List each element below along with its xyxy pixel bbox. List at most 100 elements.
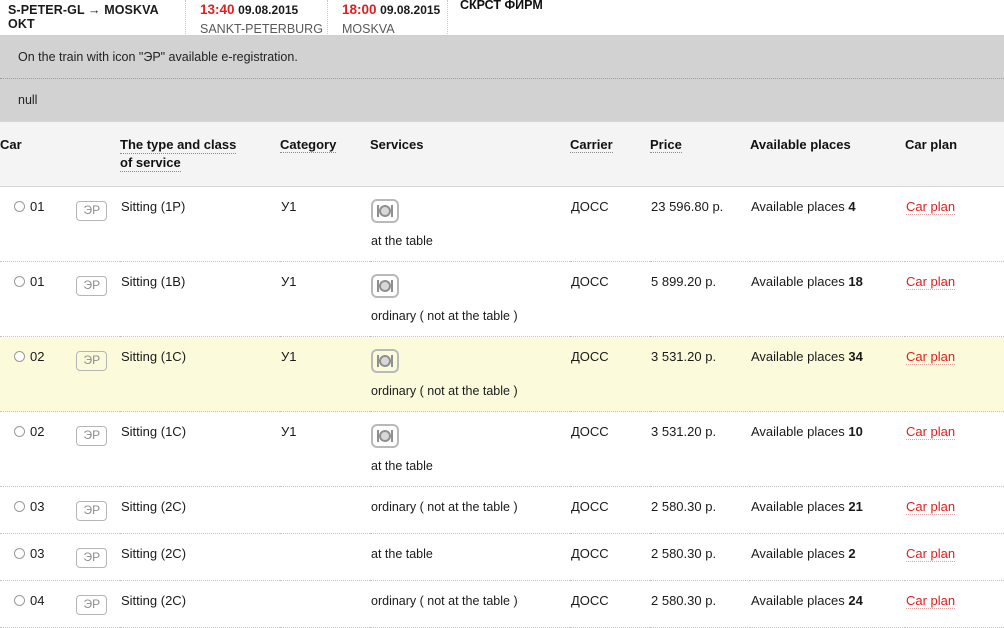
available-places-label: Available places xyxy=(751,593,845,608)
service-description: at the table xyxy=(371,547,433,561)
departure-block: 13:40 09.08.2015 SANKT-PETERBURG xyxy=(185,0,327,36)
column-header-car-plan: Car plan xyxy=(905,121,1004,187)
eregistration-badge-icon: ЭР xyxy=(76,276,108,296)
cell-type-and-class: Sitting (2C) xyxy=(121,593,187,608)
cell-carrier: ДОСС xyxy=(571,274,609,289)
cell-available-places: Available places 4 xyxy=(750,187,905,262)
train-header: S-PETER-GL → MOSKVA OKT 13:40 09.08.2015… xyxy=(0,0,1004,36)
cell-car-plan: Car plan xyxy=(905,534,1004,581)
column-header-type[interactable]: The type and class of service xyxy=(120,121,280,187)
eregistration-badge-icon: ЭР xyxy=(76,201,108,221)
available-places-count: 24 xyxy=(848,593,863,608)
eregistration-notice: On the train with icon "ЭР" available e-… xyxy=(0,36,1004,79)
cell-category: У1 xyxy=(281,424,297,439)
service-description: at the table xyxy=(371,234,433,248)
car-number: 02 xyxy=(30,424,45,439)
cell-type-and-class: Sitting (1C) xyxy=(121,349,187,364)
car-plan-link[interactable]: Car plan xyxy=(906,546,956,562)
cell-type-and-class: Sitting (1C) xyxy=(121,424,187,439)
cell-car: 01 ЭР xyxy=(0,187,120,262)
cell-price: 2 580.30 р. xyxy=(651,499,717,514)
car-plan-link[interactable]: Car plan xyxy=(906,199,956,215)
column-header-category-label: Category xyxy=(280,137,337,153)
meal-service-icon xyxy=(371,424,399,448)
car-select-radio[interactable] xyxy=(14,351,25,362)
cell-type-and-class: Sitting (2C) xyxy=(121,546,187,561)
cell-car: 03 ЭР xyxy=(0,487,120,534)
places-table-wrapper: Car The type and class of service Catego… xyxy=(0,121,1004,628)
cell-category: У1 xyxy=(281,199,297,214)
available-places-label: Available places xyxy=(751,499,845,514)
available-places-label: Available places xyxy=(751,349,845,364)
table-row[interactable]: 03 ЭР Sitting (2C) at the table ДОСС 2 580.30… xyxy=(0,534,1004,581)
cell-available-places: Available places 2 xyxy=(750,534,905,581)
car-plan-link[interactable]: Car plan xyxy=(906,424,956,440)
column-header-available-label: Available places xyxy=(750,137,851,152)
column-header-carrier[interactable]: Carrier xyxy=(570,121,650,187)
meal-service-icon xyxy=(371,199,399,223)
arrival-station: MOSKVA xyxy=(342,22,395,36)
meal-service-icon xyxy=(371,349,399,373)
cell-category xyxy=(280,581,370,628)
column-header-car-label: Car xyxy=(0,137,22,152)
plate-icon xyxy=(379,205,391,217)
column-header-price[interactable]: Price xyxy=(650,121,750,187)
car-plan-link[interactable]: Car plan xyxy=(906,593,956,609)
car-number: 01 xyxy=(30,199,45,214)
car-plan-link[interactable]: Car plan xyxy=(906,349,956,365)
column-header-category[interactable]: Category xyxy=(280,121,370,187)
table-header-row: Car The type and class of service Catego… xyxy=(0,121,1004,187)
cell-category xyxy=(280,534,370,581)
service-description: ordinary ( not at the table ) xyxy=(371,594,518,608)
column-header-type-line2: of service xyxy=(120,155,181,172)
cell-services: at the table xyxy=(370,412,570,487)
car-number: 03 xyxy=(30,546,45,561)
column-header-services-label: Services xyxy=(370,137,424,152)
table-row[interactable]: 02 ЭР Sitting (1C) У1 ordinary ( not at the … xyxy=(0,336,1004,412)
cell-services: ordinary ( not at the table ) xyxy=(370,581,570,628)
car-select-radio[interactable] xyxy=(14,595,25,606)
available-places-label: Available places xyxy=(751,199,845,214)
meal-service-icon xyxy=(371,274,399,298)
available-places-count: 21 xyxy=(848,499,863,514)
cell-carrier: ДОСС xyxy=(571,424,609,439)
available-places-label: Available places xyxy=(751,546,845,561)
table-row[interactable]: 01 ЭР Sitting (1B) У1 ordinary ( not at the … xyxy=(0,262,1004,337)
eregistration-badge-icon: ЭР xyxy=(76,501,108,521)
places-table-body: 01 ЭР Sitting (1P) У1 at the table ДОСС 23 596… xyxy=(0,187,1004,628)
column-header-carrier-label: Carrier xyxy=(570,137,613,153)
cell-car-plan: Car plan xyxy=(905,262,1004,337)
arrival-time: 18:00 xyxy=(342,2,377,17)
cell-type-and-class: Sitting (1B) xyxy=(121,274,186,289)
cell-services: at the table xyxy=(370,187,570,262)
cell-carrier: ДОСС xyxy=(571,593,609,608)
car-select-radio[interactable] xyxy=(14,276,25,287)
arrival-date: 09.08.2015 xyxy=(380,3,441,17)
firm-train-label: СКРСТ ФИРМ xyxy=(447,0,1004,36)
column-header-car: Car xyxy=(0,121,120,187)
eregistration-badge-icon: ЭР xyxy=(76,595,108,615)
cell-price: 2 580.30 р. xyxy=(651,546,717,561)
car-select-radio[interactable] xyxy=(14,201,25,212)
table-row[interactable]: 02 ЭР Sitting (1C) У1 at the table ДОСС 3 531.… xyxy=(0,412,1004,487)
car-select-radio[interactable] xyxy=(14,426,25,437)
table-row[interactable]: 04 ЭР Sitting (2C) ordinary ( not at the ta… xyxy=(0,581,1004,628)
cell-price: 3 531.20 р. xyxy=(651,349,717,364)
column-header-available-places: Available places xyxy=(750,121,905,187)
cell-category: У1 xyxy=(281,349,297,364)
car-select-radio[interactable] xyxy=(14,548,25,559)
departure-station: SANKT-PETERBURG xyxy=(200,22,323,36)
car-plan-link[interactable]: Car plan xyxy=(906,499,956,515)
table-row[interactable]: 01 ЭР Sitting (1P) У1 at the table ДОСС 23 596… xyxy=(0,187,1004,262)
car-select-radio[interactable] xyxy=(14,501,25,512)
cell-available-places: Available places 24 xyxy=(750,581,905,628)
car-plan-link[interactable]: Car plan xyxy=(906,274,956,290)
plate-icon xyxy=(379,355,391,367)
eregistration-badge-icon: ЭР xyxy=(76,548,108,568)
cell-carrier: ДОСС xyxy=(571,546,609,561)
table-row[interactable]: 03 ЭР Sitting (2C) ordinary ( not at the ta… xyxy=(0,487,1004,534)
cell-available-places: Available places 10 xyxy=(750,412,905,487)
cell-services: ordinary ( not at the table ) xyxy=(370,337,570,412)
cell-available-places: Available places 18 xyxy=(750,262,905,337)
service-description: at the table xyxy=(371,459,433,473)
